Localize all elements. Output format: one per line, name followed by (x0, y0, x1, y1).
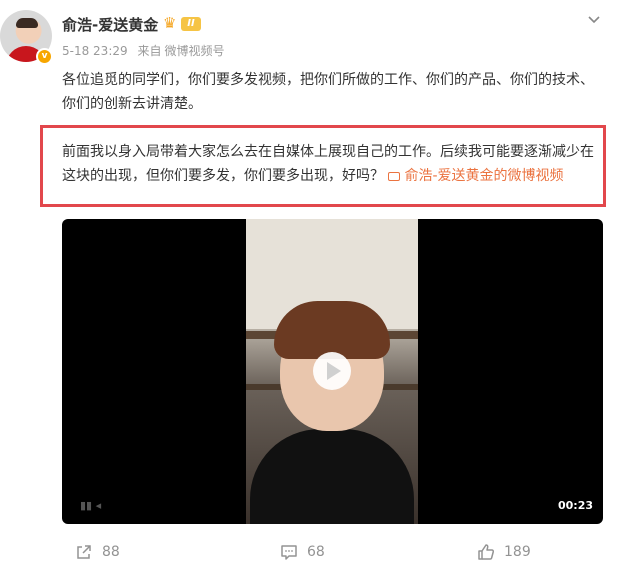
avatar-hair (16, 18, 38, 28)
action-bar: 88 68 189 (0, 540, 617, 566)
post-meta: 5-18 23:29 来自 微博视频号 (62, 42, 231, 59)
level-badge: II (181, 17, 201, 31)
post-timestamp[interactable]: 5-18 23:29 (62, 44, 128, 58)
like-count: 189 (504, 544, 531, 560)
comment-button[interactable]: 68 (280, 540, 325, 564)
video-duration: 00:23 (557, 499, 593, 512)
share-count: 88 (102, 544, 120, 560)
video-link[interactable]: 俞浩-爱送黄金的微博视频 (388, 168, 564, 184)
video-link-label[interactable]: 俞浩-爱送黄金的微博视频 (404, 168, 563, 184)
like-button[interactable]: 189 (477, 540, 531, 564)
comment-count: 68 (307, 544, 325, 560)
source-prefix: 来自 (137, 44, 162, 58)
video-camera-icon (388, 172, 401, 181)
video-person-hair (274, 301, 390, 359)
post-source: 微博视频号 (164, 44, 225, 58)
chevron-down-icon[interactable] (586, 12, 602, 28)
verified-badge-icon: v (36, 48, 53, 65)
post-paragraph-2: 前面我以身入局带着大家怎么去在自媒体上展现自己的工作。后续我可能要逐渐减少在这块… (62, 140, 602, 188)
post-paragraph-1: 各位追觅的同学们，你们要多发视频，把你们所做的工作、你们的产品、你们的技术、你们… (62, 72, 594, 112)
thumbs-up-icon (478, 544, 495, 560)
share-button[interactable]: 88 (75, 540, 120, 564)
comment-icon (281, 545, 297, 560)
video-player[interactable]: ▮▮ ◂ 00:23 (62, 219, 603, 524)
username[interactable]: 俞浩-爱送黄金 (62, 14, 158, 35)
crown-icon: ♛ (163, 14, 177, 32)
share-icon (77, 545, 91, 559)
video-watermark-icon: ▮▮ ◂ (80, 499, 102, 512)
video-person-body (250, 429, 414, 524)
play-icon[interactable] (313, 352, 351, 390)
